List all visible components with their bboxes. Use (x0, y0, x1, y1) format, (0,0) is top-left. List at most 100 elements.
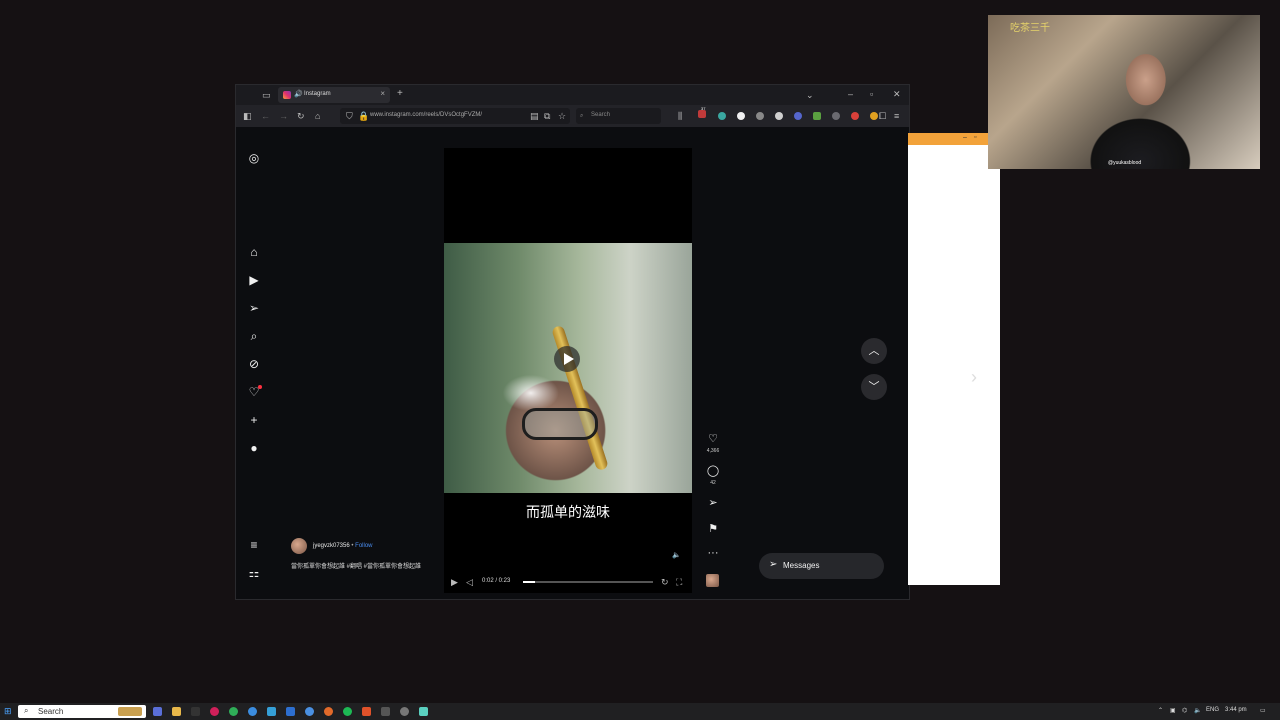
taskbar-app-1-icon[interactable] (153, 707, 162, 716)
library-icon[interactable]: ⫼ (678, 111, 682, 121)
tab-list-chevron-icon[interactable]: ⌄ (806, 90, 814, 100)
taskbar-app-9-icon[interactable] (305, 707, 314, 716)
reader-view-icon[interactable]: ▤ (530, 111, 539, 121)
back-icon[interactable]: ← (261, 111, 270, 121)
home-nav-icon[interactable]: ⌂ (247, 245, 261, 259)
taskbar-app-14-icon[interactable] (400, 707, 409, 716)
language-indicator[interactable]: ENG (1206, 707, 1219, 713)
tab-title: Instagram (304, 91, 331, 97)
play-overlay-button[interactable] (554, 346, 580, 372)
extension-icon-4[interactable] (775, 112, 783, 120)
messages-nav-icon[interactable]: ➢ (247, 301, 261, 315)
replay-icon[interactable]: ↻ (661, 577, 669, 587)
like-icon[interactable]: ♡ (706, 432, 720, 445)
share-icon[interactable]: ➢ (706, 496, 720, 509)
home-icon[interactable]: ⌂ (315, 111, 320, 121)
search-placeholder: Search (591, 112, 611, 118)
forward-icon[interactable]: → (279, 111, 288, 121)
maximize-icon[interactable]: ▫ (870, 89, 873, 99)
comment-icon[interactable]: ◯ (706, 464, 720, 477)
taskbar-search-input[interactable]: ⌕ Search (18, 705, 146, 718)
seek-bar[interactable] (523, 581, 653, 583)
taskbar-app-15-icon[interactable] (419, 707, 428, 716)
instagram-logo-icon[interactable]: ◎ (247, 151, 261, 165)
screenshot-icon[interactable]: ⧉ (544, 111, 550, 121)
background-window[interactable]: – ▫ › (908, 133, 1000, 585)
reel-video[interactable]: 而孤单的滋味 🔈 ▶ ◁ 0:02 / 0:23 ↻ ⛶ (444, 148, 692, 593)
author-username[interactable]: jyegvzk07356 (313, 543, 350, 549)
extension-icon-8[interactable] (851, 112, 859, 120)
taskbar: ⊞ ⌕ Search ⌃ ▣ ⌬ 🔈 ENG 3:44 pm ▭ (0, 703, 1280, 720)
reel-caption: 當你孤單你會想起誰 #翻唱 #當你孤單你會想起誰 (291, 564, 422, 570)
extension-icon-3[interactable] (756, 112, 764, 120)
taskbar-app-13-icon[interactable] (381, 707, 390, 716)
reload-icon[interactable]: ↻ (297, 111, 305, 121)
author-avatar[interactable] (291, 538, 307, 554)
close-window-icon[interactable]: ✕ (893, 89, 901, 99)
side-window-minimize-icon[interactable]: – (963, 134, 967, 141)
side-window-maximize-icon[interactable]: ▫ (974, 134, 976, 141)
tray-chevron-icon[interactable]: ⌃ (1158, 707, 1163, 714)
taskbar-app-4-icon[interactable] (210, 707, 219, 716)
video-time: 0:02 / 0:23 (482, 578, 511, 584)
windows-start-icon[interactable]: ⊞ (4, 707, 12, 716)
firefox-icon[interactable] (324, 707, 333, 716)
next-reel-button[interactable]: ﹀ (861, 374, 887, 400)
bookmark-star-icon[interactable]: ☆ (558, 111, 566, 121)
speaker-icon[interactable]: 🔊 (294, 90, 303, 98)
reels-nav-icon[interactable]: ▶ (247, 273, 261, 287)
previous-reel-button[interactable]: ︿ (861, 338, 887, 364)
notification-center-icon[interactable]: ▭ (1260, 707, 1266, 714)
create-plus-icon[interactable]: + (247, 413, 261, 427)
also-from-meta-icon[interactable]: ⚏ (247, 566, 261, 580)
taskbar-app-5-icon[interactable] (229, 707, 238, 716)
extension-icon-9[interactable] (870, 112, 878, 120)
taskbar-app-12-icon[interactable] (362, 707, 371, 716)
close-tab-icon[interactable]: × (380, 89, 385, 98)
fullscreen-icon[interactable]: ⛶ (676, 577, 682, 587)
tray-app-icon[interactable]: ▣ (1170, 707, 1176, 714)
volume-icon[interactable]: ◁ (466, 577, 473, 587)
file-explorer-icon[interactable] (172, 707, 181, 716)
extension-icon-2[interactable] (737, 112, 745, 120)
extension-icon-6[interactable] (813, 112, 821, 120)
explore-nav-icon[interactable]: ⊘ (247, 357, 261, 371)
play-icon[interactable]: ▶ (451, 577, 458, 587)
follow-button[interactable]: Follow (355, 543, 372, 549)
more-options-icon[interactable]: ··· (706, 547, 720, 559)
extension-badge-icon[interactable] (698, 110, 706, 118)
instagram-favicon-icon (283, 91, 291, 99)
side-window-chevron-icon[interactable]: › (971, 367, 977, 388)
volume-tray-icon[interactable]: 🔈 (1194, 707, 1201, 714)
taskbar-app-8-icon[interactable] (286, 707, 295, 716)
search-input[interactable]: ⌕ Search (576, 108, 661, 124)
profile-nav-icon[interactable]: ● (247, 441, 261, 455)
extension-icon-7[interactable] (832, 112, 840, 120)
more-menu-icon[interactable]: ≡ (247, 538, 261, 552)
shield-icon[interactable]: ⛉ (346, 111, 353, 121)
taskbar-app-7-icon[interactable] (267, 707, 276, 716)
taskbar-search-icon: ⌕ (24, 706, 29, 715)
clock[interactable]: 3:44 pm (1225, 707, 1247, 713)
extension-icon-5[interactable] (794, 112, 802, 120)
taskbar-app-3-icon[interactable] (191, 707, 200, 716)
lock-icon[interactable]: 🔒 (358, 111, 369, 121)
save-bookmark-icon[interactable]: ⚑ (706, 522, 720, 535)
address-bar[interactable]: ⛉ 🔒 www.instagram.com/reels/DVsOctgFVZM/… (340, 108, 570, 124)
spotify-icon[interactable] (343, 707, 352, 716)
network-icon[interactable]: ⌬ (1182, 707, 1187, 714)
tab-instagram[interactable]: 🔊 Instagram × (278, 87, 390, 103)
search-nav-icon[interactable]: ⌕ (247, 329, 261, 343)
audio-thumbnail[interactable] (706, 574, 719, 587)
mute-icon[interactable]: 🔈 (672, 551, 681, 559)
taskbar-app-6-icon[interactable] (248, 707, 257, 716)
video-frame[interactable] (444, 243, 692, 493)
new-tab-icon[interactable]: + (397, 89, 403, 99)
menu-icon[interactable]: ≡ (894, 111, 899, 121)
sidebar-toggle-icon[interactable]: ◧ (243, 111, 252, 121)
extensions-puzzle-icon[interactable]: ⧠ (879, 111, 886, 121)
minimize-icon[interactable]: – (848, 89, 853, 99)
extension-icon-1[interactable] (718, 112, 726, 120)
messages-button[interactable]: ➢ Messages (759, 553, 884, 579)
tab-overview-icon[interactable]: ▭ (262, 90, 271, 100)
